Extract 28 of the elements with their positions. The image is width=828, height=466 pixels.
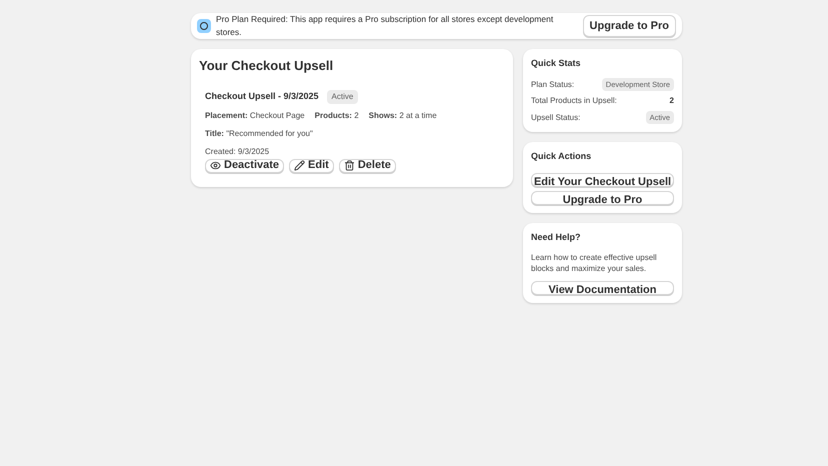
card-title: Your Checkout Upsell [199, 57, 334, 75]
card-title: Need Help? [531, 230, 582, 244]
upsell-name: Checkout Upsell - 9/3/2025 [205, 90, 319, 103]
upgrade-button[interactable]: Upgrade to Pro [582, 14, 676, 38]
upsell-title: Title: "Recommended for you" [205, 128, 314, 140]
pencil-icon [294, 160, 306, 171]
upsell-detail: Placement: Checkout Page [205, 110, 305, 122]
stat-label: Plan Status: [531, 78, 574, 91]
stat-label: Total Products in Upsell: [531, 95, 617, 108]
stat-value: 2 [670, 95, 674, 108]
created-date: Created: 9/3/2025 [205, 146, 270, 158]
upsell-detail: Shows: 2 at a time [368, 110, 437, 122]
status-badge: Active [326, 90, 358, 104]
quick-action-button[interactable]: Edit Your Checkout Upsell [531, 172, 674, 186]
upsell-detail: Products: 2 [314, 110, 359, 122]
action-button[interactable]: Delete [338, 158, 396, 172]
card-title: Quick Stats [531, 57, 582, 70]
stat-label: Upsell Status: [531, 112, 580, 124]
help-text: Learn how to create effective upsell blocks and maximize your sales. [531, 252, 658, 274]
action-button[interactable]: Deactivate [205, 158, 284, 172]
banner-text: Pro Plan Required: This app requires a Pro subscription for all stores except development stores. [216, 13, 554, 39]
quick-action-button[interactable]: Upgrade to Pro [531, 190, 674, 204]
documentation-button[interactable]: View Documentation [531, 281, 674, 295]
trash-icon [344, 160, 355, 171]
eye-icon [210, 160, 221, 171]
card-title: Quick Actions [531, 150, 592, 163]
info-icon [197, 19, 211, 33]
action-button[interactable]: Edit [289, 158, 334, 172]
